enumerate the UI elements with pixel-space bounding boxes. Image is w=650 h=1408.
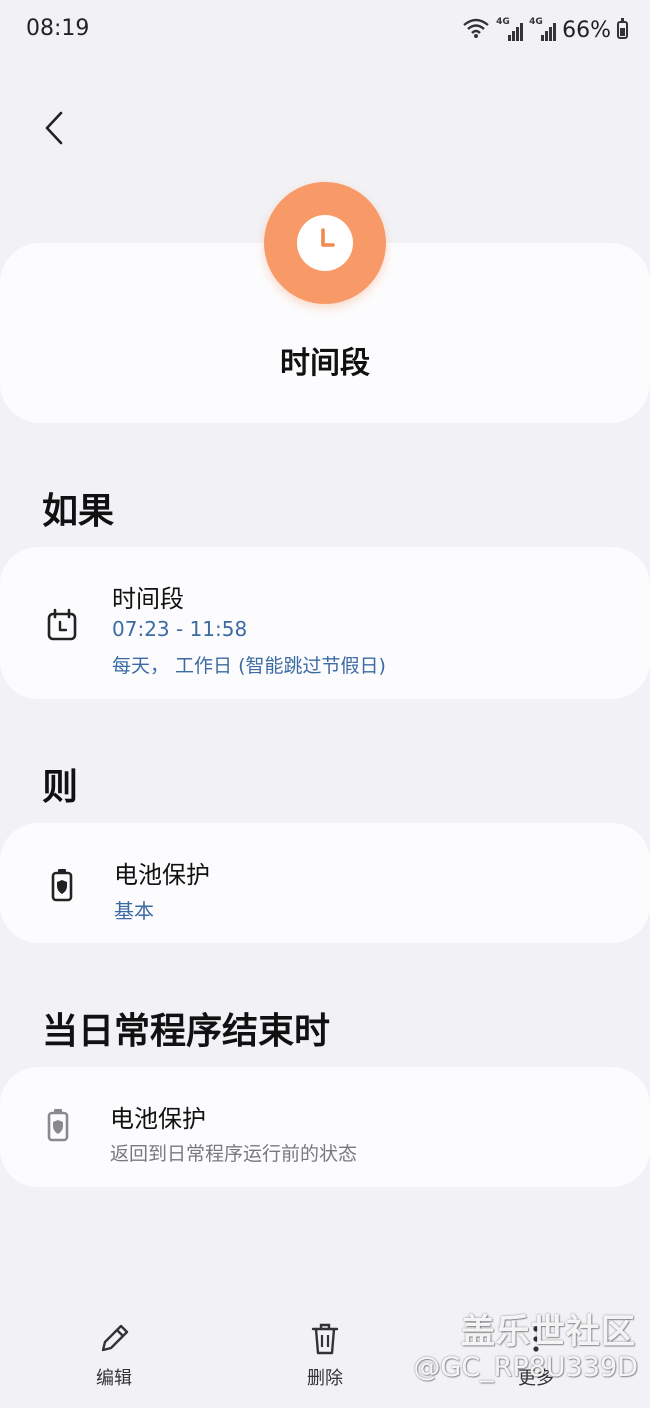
condition-title: 时间段 <box>112 585 184 613</box>
edit-button[interactable]: 编辑 <box>54 1322 174 1392</box>
signal-icon-1: 4G <box>496 17 524 41</box>
action-value: 基本 <box>114 899 154 923</box>
condition-repeat: 每天， 工作日 (智能跳过节假日) <box>112 655 386 677</box>
routine-detail-screen: 08:19 4G 4G 66% 时间段 如果 时间段 07:23 - 11:58… <box>0 0 650 1408</box>
if-section-heading: 如果 <box>42 491 115 532</box>
status-time: 08:19 <box>26 16 90 41</box>
watermark-title: 盖乐世社区 <box>461 1312 636 1352</box>
end-action-description: 返回到日常程序运行前的状态 <box>110 1143 358 1165</box>
signal-icon-2: 4G <box>529 17 557 41</box>
end-action-title: 电池保护 <box>110 1105 206 1133</box>
clock-icon <box>297 215 353 271</box>
action-title: 电池保护 <box>114 861 210 889</box>
trash-icon <box>311 1323 339 1355</box>
routine-icon <box>264 182 386 304</box>
routine-title: 时间段 <box>280 346 370 381</box>
pencil-icon <box>101 1324 129 1352</box>
battery-shield-icon <box>38 1105 78 1145</box>
wifi-icon <box>462 17 490 43</box>
end-section-heading: 当日常程序结束时 <box>42 1011 331 1052</box>
back-button[interactable] <box>32 104 76 152</box>
end-action-card[interactable]: 电池保护 返回到日常程序运行前的状态 <box>0 1067 650 1187</box>
battery-icon <box>617 18 628 39</box>
action-card[interactable]: 电池保护 基本 <box>0 823 650 943</box>
status-bar: 08:19 4G 4G 66% <box>0 0 650 60</box>
then-section-heading: 则 <box>42 767 79 808</box>
battery-percent: 66% <box>562 17 611 43</box>
status-indicators: 4G 4G 66% <box>462 14 628 46</box>
watermark-handle: @GC_RP8U339D <box>413 1352 638 1383</box>
condition-time-range: 07:23 - 11:58 <box>112 617 248 641</box>
calendar-icon <box>42 605 82 645</box>
condition-card[interactable]: 时间段 07:23 - 11:58 每天， 工作日 (智能跳过节假日) <box>0 547 650 699</box>
chevron-left-icon <box>45 111 63 145</box>
delete-label: 删除 <box>307 1368 343 1389</box>
edit-label: 编辑 <box>96 1368 132 1389</box>
delete-button[interactable]: 删除 <box>265 1322 385 1392</box>
battery-shield-icon <box>42 865 82 905</box>
